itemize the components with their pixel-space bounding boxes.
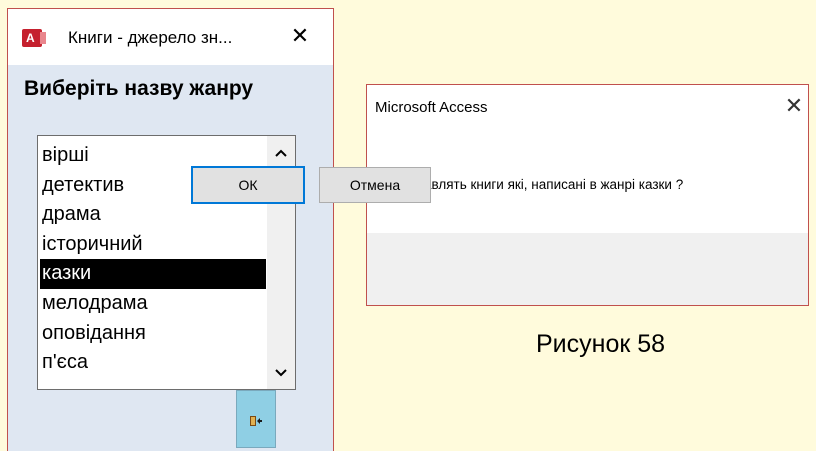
list-item[interactable]: мелодрама [40,289,266,319]
form-window: A Книги - джерело зн... ✕ Виберіть назву… [7,8,334,451]
list-item[interactable]: історичний [40,230,266,260]
list-item[interactable]: оповідання [40,319,266,349]
form-heading: Виберіть назву жанру [24,77,254,100]
exit-button[interactable] [236,390,276,448]
dialog-title: Microsoft Access [375,99,488,116]
list-item[interactable]: казки [40,259,266,289]
form-window-title: Книги - джерело зн... [68,28,233,47]
list-item[interactable]: драма [40,200,266,230]
scroll-up-icon[interactable] [267,141,295,165]
scroll-down-icon[interactable] [267,361,295,385]
form-title-bar: A Книги - джерело зн... ✕ [8,9,333,65]
confirm-dialog: Microsoft Access ✕ Вас цікавлять книги я… [366,84,809,306]
access-app-icon: A [22,29,46,47]
dialog-footer [367,233,808,305]
figure-caption: Рисунок 58 [536,330,666,358]
cancel-button[interactable]: Отмена [319,167,431,203]
exit-door-icon [250,416,262,426]
dialog-close-icon[interactable]: ✕ [783,93,805,119]
ok-button[interactable]: ОК [191,166,305,204]
close-icon[interactable]: ✕ [288,23,312,49]
list-item[interactable]: п'єса [40,348,266,378]
access-icon-letter: A [26,31,35,45]
